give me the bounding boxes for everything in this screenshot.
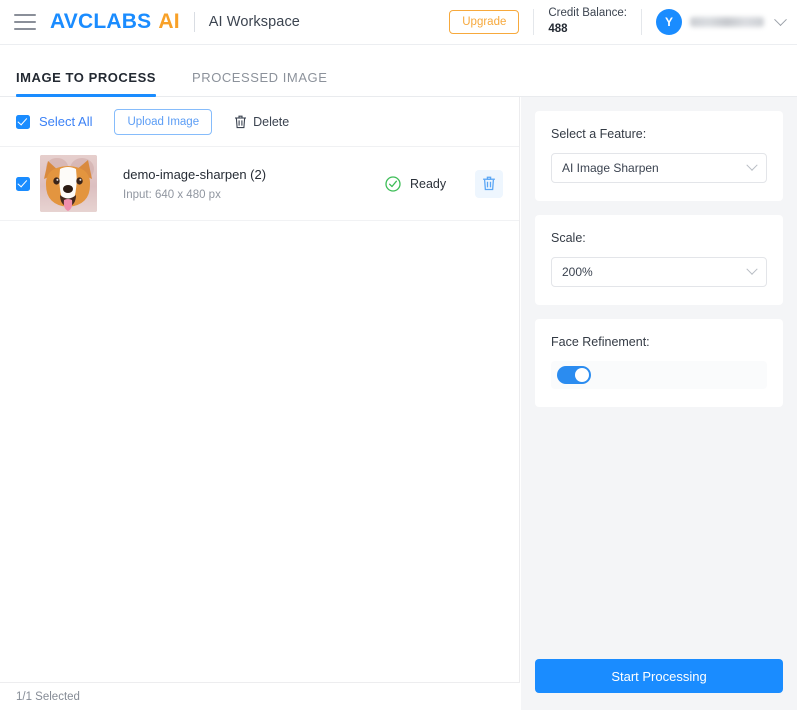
- scale-label: Scale:: [551, 231, 586, 245]
- row-select-checkbox[interactable]: [16, 176, 30, 191]
- chevron-down-icon[interactable]: [774, 12, 787, 26]
- header-divider-2: [533, 9, 535, 35]
- credit-balance: Credit Balance: 488: [548, 6, 627, 37]
- row-delete-button[interactable]: [475, 169, 503, 198]
- list-toolbar: Select All Upload Image Delete: [0, 97, 519, 147]
- chevron-down-icon: [746, 263, 758, 275]
- upgrade-button[interactable]: Upgrade: [449, 10, 520, 34]
- credit-balance-label: Credit Balance:: [548, 7, 627, 20]
- trash-icon: [234, 115, 247, 129]
- user-menu[interactable]: Y: [656, 9, 787, 35]
- feature-card: Select a Feature: AI Image Sharpen: [535, 111, 783, 201]
- brand-name: AVCLABS: [50, 10, 152, 33]
- file-list-panel: Select All Upload Image Delete demo-imag…: [0, 97, 520, 710]
- status-text: Ready: [409, 176, 447, 191]
- face-refinement-toggle[interactable]: [557, 366, 591, 384]
- hamburger-menu-icon[interactable]: [14, 14, 36, 30]
- scale-select[interactable]: 200%: [551, 257, 767, 287]
- brand-accent: AI: [158, 10, 180, 33]
- header-divider-3: [641, 9, 642, 35]
- brand-logo[interactable]: AVCLABS AI: [50, 10, 180, 34]
- file-name: demo-image-sharpen (2): [123, 166, 267, 182]
- upload-image-button[interactable]: Upload Image: [114, 108, 213, 135]
- chevron-down-icon: [746, 159, 758, 171]
- start-processing-button[interactable]: Start Processing: [535, 659, 783, 693]
- settings-panel: Select a Feature: AI Image Sharpen Scale…: [521, 97, 797, 710]
- status-badge: Ready: [295, 175, 447, 192]
- check-circle-icon: [385, 175, 401, 192]
- list-footer: 1/1 Selected: [0, 682, 520, 710]
- feature-select[interactable]: AI Image Sharpen: [551, 153, 767, 183]
- avatar: Y: [656, 9, 682, 35]
- app-header: AVCLABS AI AI Workspace Upgrade Credit B…: [0, 0, 797, 45]
- page-title: AI Workspace: [208, 14, 300, 30]
- credit-balance-value: 488: [548, 23, 568, 35]
- file-info: demo-image-sharpen (2) Input: 640 x 480 …: [123, 167, 266, 201]
- face-refinement-card: Face Refinement:: [535, 319, 783, 407]
- selection-count: 1/1 Selected: [16, 690, 80, 703]
- tab-image-to-process[interactable]: IMAGE TO PROCESS: [16, 70, 157, 97]
- tab-bar: IMAGE TO PROCESS PROCESSED IMAGE: [0, 45, 797, 97]
- select-all-checkbox[interactable]: [16, 114, 30, 129]
- toggle-knob: [575, 368, 589, 382]
- delete-button[interactable]: Delete: [234, 115, 289, 129]
- scale-card: Scale: 200%: [535, 215, 783, 305]
- header-divider: [193, 12, 195, 32]
- feature-label: Select a Feature:: [551, 127, 647, 141]
- user-name-redacted: [690, 17, 764, 27]
- tab-processed-image[interactable]: PROCESSED IMAGE: [192, 70, 327, 96]
- face-refinement-label: Face Refinement:: [551, 335, 650, 349]
- face-refinement-toggle-row: [551, 361, 767, 389]
- avclabs-ai-workspace: AVCLABS AI AI Workspace Upgrade Credit B…: [0, 0, 797, 710]
- feature-select-value: AI Image Sharpen: [562, 161, 659, 175]
- header-right-group: Upgrade Credit Balance: 488 Y: [449, 6, 797, 37]
- table-row[interactable]: demo-image-sharpen (2) Input: 640 x 480 …: [0, 147, 519, 221]
- select-all-label[interactable]: Select All: [39, 114, 92, 129]
- scale-select-value: 200%: [562, 265, 593, 279]
- file-dimensions: Input: 640 x 480 px: [123, 188, 221, 201]
- delete-button-label: Delete: [253, 114, 290, 129]
- file-thumbnail: [40, 155, 97, 212]
